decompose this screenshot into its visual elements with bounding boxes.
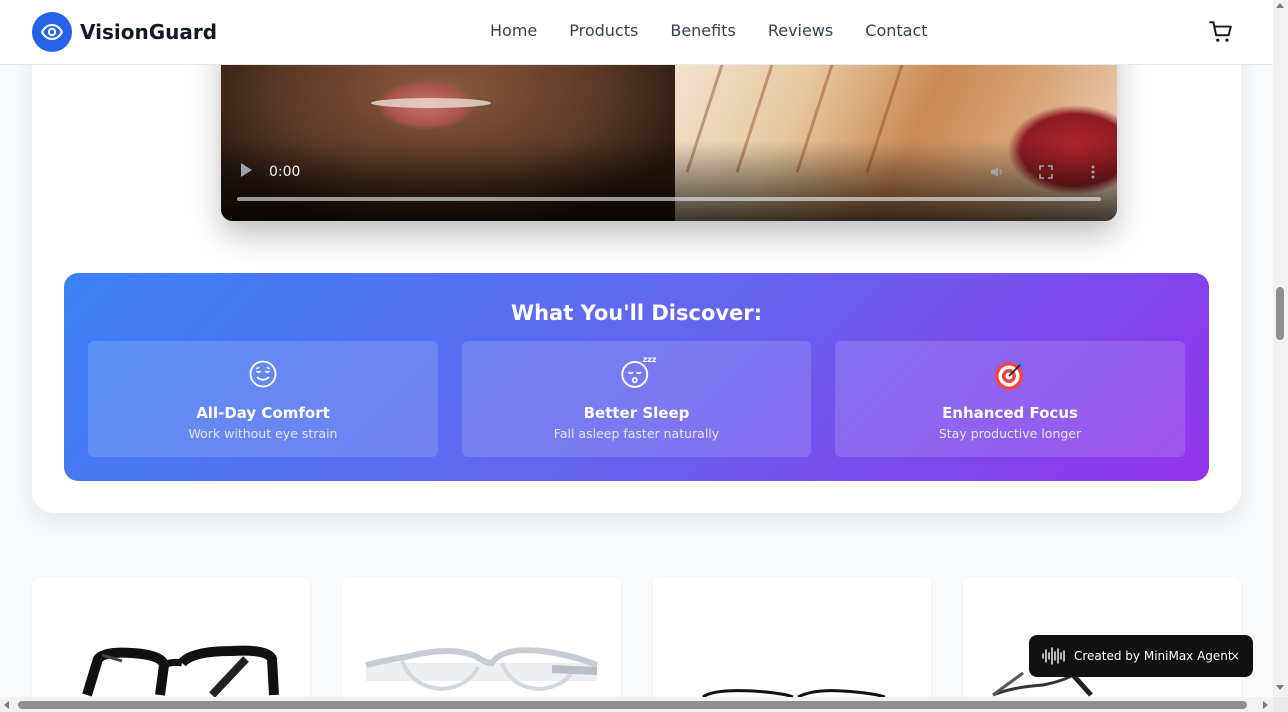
feature-title: Better Sleep xyxy=(583,404,690,422)
feature-title: All-Day Comfort xyxy=(196,404,330,422)
close-icon[interactable]: × xyxy=(1227,646,1243,666)
cart-icon[interactable] xyxy=(1208,19,1234,45)
target-icon xyxy=(995,362,1023,390)
scroll-right-icon[interactable] xyxy=(1263,701,1268,709)
scroll-down-icon[interactable] xyxy=(1276,685,1284,690)
video-progress-bar[interactable] xyxy=(237,197,1101,201)
minimax-waveform-icon xyxy=(1042,647,1065,665)
thin-black-glasses xyxy=(702,689,886,699)
horizontal-scrollbar[interactable] xyxy=(0,697,1273,712)
feature-card-sleep: zzz Better Sleep Fall asleep faster natu… xyxy=(462,341,811,457)
relieved-face-icon xyxy=(249,360,277,388)
feature-desc: Fall asleep faster naturally xyxy=(553,426,720,441)
feature-title: Enhanced Focus xyxy=(942,404,1078,422)
product-card[interactable] xyxy=(342,577,621,712)
main-nav: Home Products Benefits Reviews Contact xyxy=(490,20,960,42)
video-controls: 0:00 xyxy=(221,141,1117,221)
sleeping-face-icon: zzz xyxy=(620,355,656,388)
nav-home[interactable]: Home xyxy=(490,20,537,42)
scroll-left-icon[interactable] xyxy=(4,701,9,709)
eye-icon[interactable] xyxy=(32,12,72,52)
video-detail xyxy=(371,98,491,108)
feature-desc: Work without eye strain xyxy=(188,426,338,441)
nav-products[interactable]: Products xyxy=(569,20,638,42)
feature-desc: Stay productive longer xyxy=(938,426,1082,441)
fullscreen-icon[interactable] xyxy=(1038,164,1054,180)
clear-frame-glasses xyxy=(365,647,599,692)
svg-text:zzz: zzz xyxy=(642,355,656,364)
vertical-scroll-thumb[interactable] xyxy=(1276,287,1284,340)
volume-icon[interactable] xyxy=(989,164,1005,180)
nav-contact[interactable]: Contact xyxy=(865,20,927,42)
discover-panel: What You'll Discover: All-Day Comfort Wo… xyxy=(64,273,1209,481)
toast-text: Created by MiniMax Agent xyxy=(1074,649,1233,663)
play-icon[interactable] xyxy=(241,163,252,177)
nav-reviews[interactable]: Reviews xyxy=(768,20,833,42)
site-header: VisionGuard Home Products Benefits Revie… xyxy=(0,0,1273,65)
feature-card-comfort: All-Day Comfort Work without eye strain xyxy=(88,341,438,457)
vertical-scrollbar[interactable] xyxy=(1273,0,1288,697)
discover-title: What You'll Discover: xyxy=(510,301,763,325)
scroll-up-icon[interactable] xyxy=(1276,3,1284,8)
nav-benefits[interactable]: Benefits xyxy=(670,20,736,42)
scrollbar-corner xyxy=(1273,697,1288,712)
black-frame-glasses xyxy=(82,645,279,698)
created-by-toast: Created by MiniMax Agent × xyxy=(1029,635,1253,677)
feature-card-focus: Enhanced Focus Stay productive longer xyxy=(835,341,1185,457)
product-card[interactable] xyxy=(32,577,310,712)
brand-name[interactable]: VisionGuard xyxy=(80,19,217,45)
horizontal-scroll-thumb[interactable] xyxy=(18,701,1247,709)
video-time: 0:00 xyxy=(269,164,301,180)
more-options-icon[interactable] xyxy=(1085,164,1101,180)
product-card[interactable] xyxy=(653,577,931,712)
